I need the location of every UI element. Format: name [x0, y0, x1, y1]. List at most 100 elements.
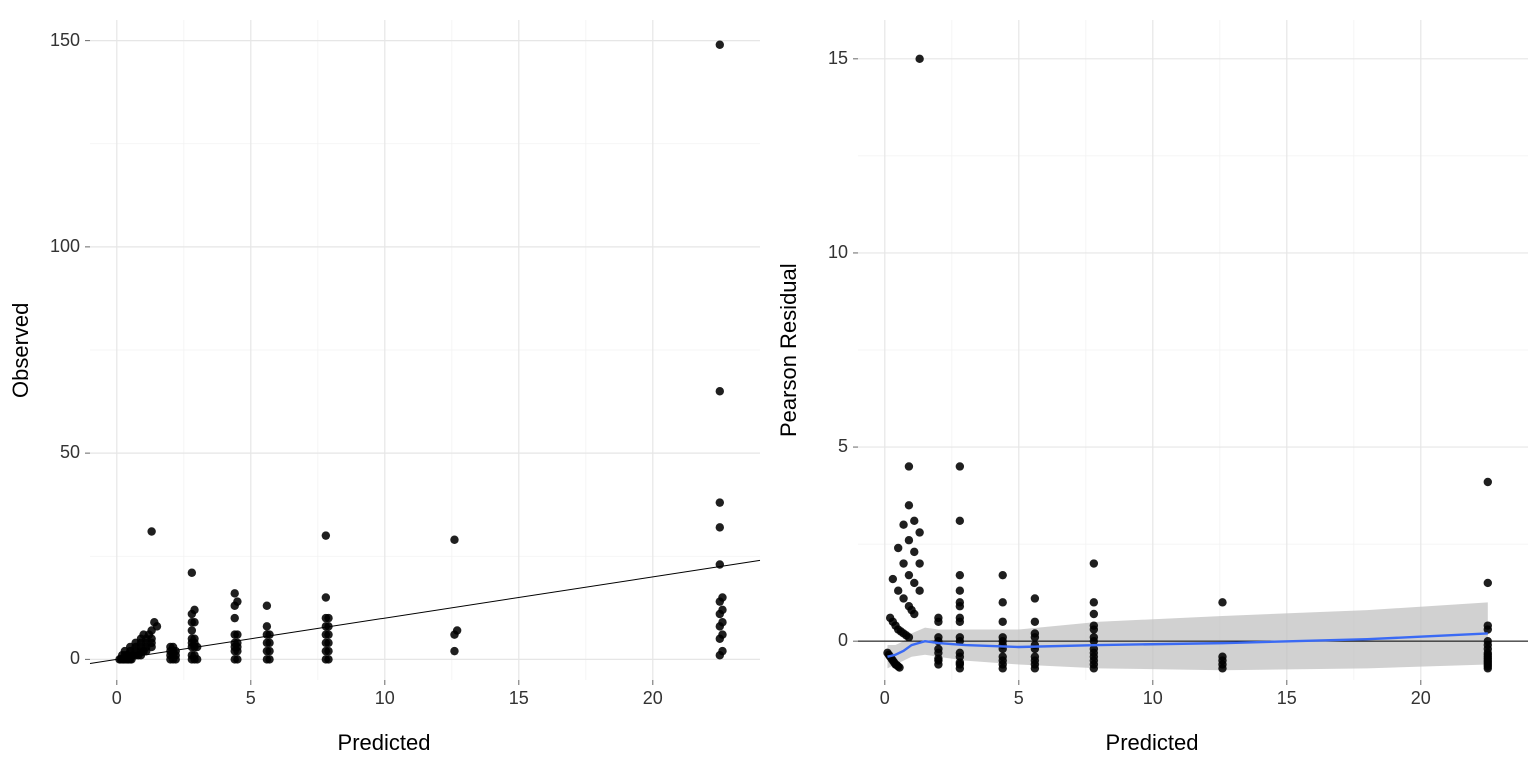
data-point	[233, 630, 241, 638]
data-point	[1090, 621, 1098, 629]
data-point	[324, 622, 332, 630]
data-point	[910, 548, 918, 556]
data-point	[1090, 633, 1098, 641]
data-point	[453, 626, 461, 634]
right-x-axis-title: Predicted	[768, 730, 1536, 756]
x-tick-label: 0	[865, 688, 905, 709]
data-point	[265, 655, 273, 663]
data-point	[956, 462, 964, 470]
data-point	[233, 655, 241, 663]
left-plot-area	[90, 20, 760, 680]
data-point	[322, 593, 330, 601]
ci-band	[887, 602, 1487, 670]
data-point	[450, 536, 458, 544]
data-point	[956, 571, 964, 579]
data-point	[1090, 610, 1098, 618]
y-tick-label: 100	[50, 236, 80, 257]
data-point	[1031, 641, 1039, 649]
data-point	[718, 647, 726, 655]
data-point	[147, 527, 155, 535]
data-point	[324, 614, 332, 622]
data-point	[999, 653, 1007, 661]
x-tick-label: 15	[1267, 688, 1307, 709]
x-tick-label: 5	[999, 688, 1039, 709]
data-point	[956, 517, 964, 525]
data-point	[956, 614, 964, 622]
data-point	[895, 663, 903, 671]
data-point	[716, 498, 724, 506]
data-point	[1090, 559, 1098, 567]
data-point	[999, 633, 1007, 641]
data-point	[1031, 594, 1039, 602]
data-point	[324, 630, 332, 638]
x-tick-label: 5	[231, 688, 271, 709]
data-point	[322, 531, 330, 539]
data-point	[899, 521, 907, 529]
data-point	[190, 651, 198, 659]
x-tick-label: 20	[633, 688, 673, 709]
y-tick-label: 5	[838, 436, 848, 457]
data-point	[190, 635, 198, 643]
y-tick-label: 10	[828, 242, 848, 263]
right-panel: Predicted Pearson Residual 0510152005101…	[768, 0, 1536, 768]
data-point	[956, 587, 964, 595]
left-panel: Predicted Observed 05101520050100150	[0, 0, 768, 768]
right-plot-area	[858, 20, 1528, 680]
data-point	[905, 536, 913, 544]
data-point	[231, 614, 239, 622]
y-tick-label: 50	[60, 442, 80, 463]
data-point	[905, 633, 913, 641]
data-point	[324, 639, 332, 647]
data-point	[956, 649, 964, 657]
data-point	[894, 544, 902, 552]
data-point	[169, 643, 177, 651]
data-point	[1484, 478, 1492, 486]
data-point	[1218, 598, 1226, 606]
data-point	[889, 575, 897, 583]
left-y-axis-title: Observed	[8, 20, 34, 680]
data-point	[915, 559, 923, 567]
data-point	[716, 387, 724, 395]
data-point	[905, 462, 913, 470]
data-point	[999, 618, 1007, 626]
data-point	[450, 647, 458, 655]
data-point	[1484, 637, 1492, 645]
data-point	[716, 560, 724, 568]
data-point	[233, 639, 241, 647]
data-point	[263, 622, 271, 630]
data-point	[716, 523, 724, 531]
data-point	[718, 606, 726, 614]
data-point	[934, 614, 942, 622]
data-point	[899, 594, 907, 602]
data-point	[150, 618, 158, 626]
data-point	[934, 645, 942, 653]
data-point	[999, 598, 1007, 606]
data-point	[1090, 598, 1098, 606]
x-tick-label: 10	[1133, 688, 1173, 709]
data-point	[324, 655, 332, 663]
data-point	[899, 559, 907, 567]
data-point	[910, 579, 918, 587]
y-tick-label: 150	[50, 30, 80, 51]
data-point	[999, 571, 1007, 579]
data-point	[905, 501, 913, 509]
data-point	[233, 597, 241, 605]
y-tick-label: 0	[838, 630, 848, 651]
data-point	[1031, 629, 1039, 637]
data-point	[265, 630, 273, 638]
data-point	[188, 569, 196, 577]
data-point	[910, 610, 918, 618]
data-point	[1031, 618, 1039, 626]
right-y-axis-title: Pearson Residual	[776, 20, 802, 680]
data-point	[905, 571, 913, 579]
data-point	[894, 587, 902, 595]
data-point	[324, 647, 332, 655]
data-point	[1218, 653, 1226, 661]
x-tick-label: 10	[365, 688, 405, 709]
data-point	[265, 639, 273, 647]
data-point	[716, 41, 724, 49]
data-point	[188, 626, 196, 634]
x-tick-label: 20	[1401, 688, 1441, 709]
data-point	[1484, 621, 1492, 629]
data-point	[718, 618, 726, 626]
